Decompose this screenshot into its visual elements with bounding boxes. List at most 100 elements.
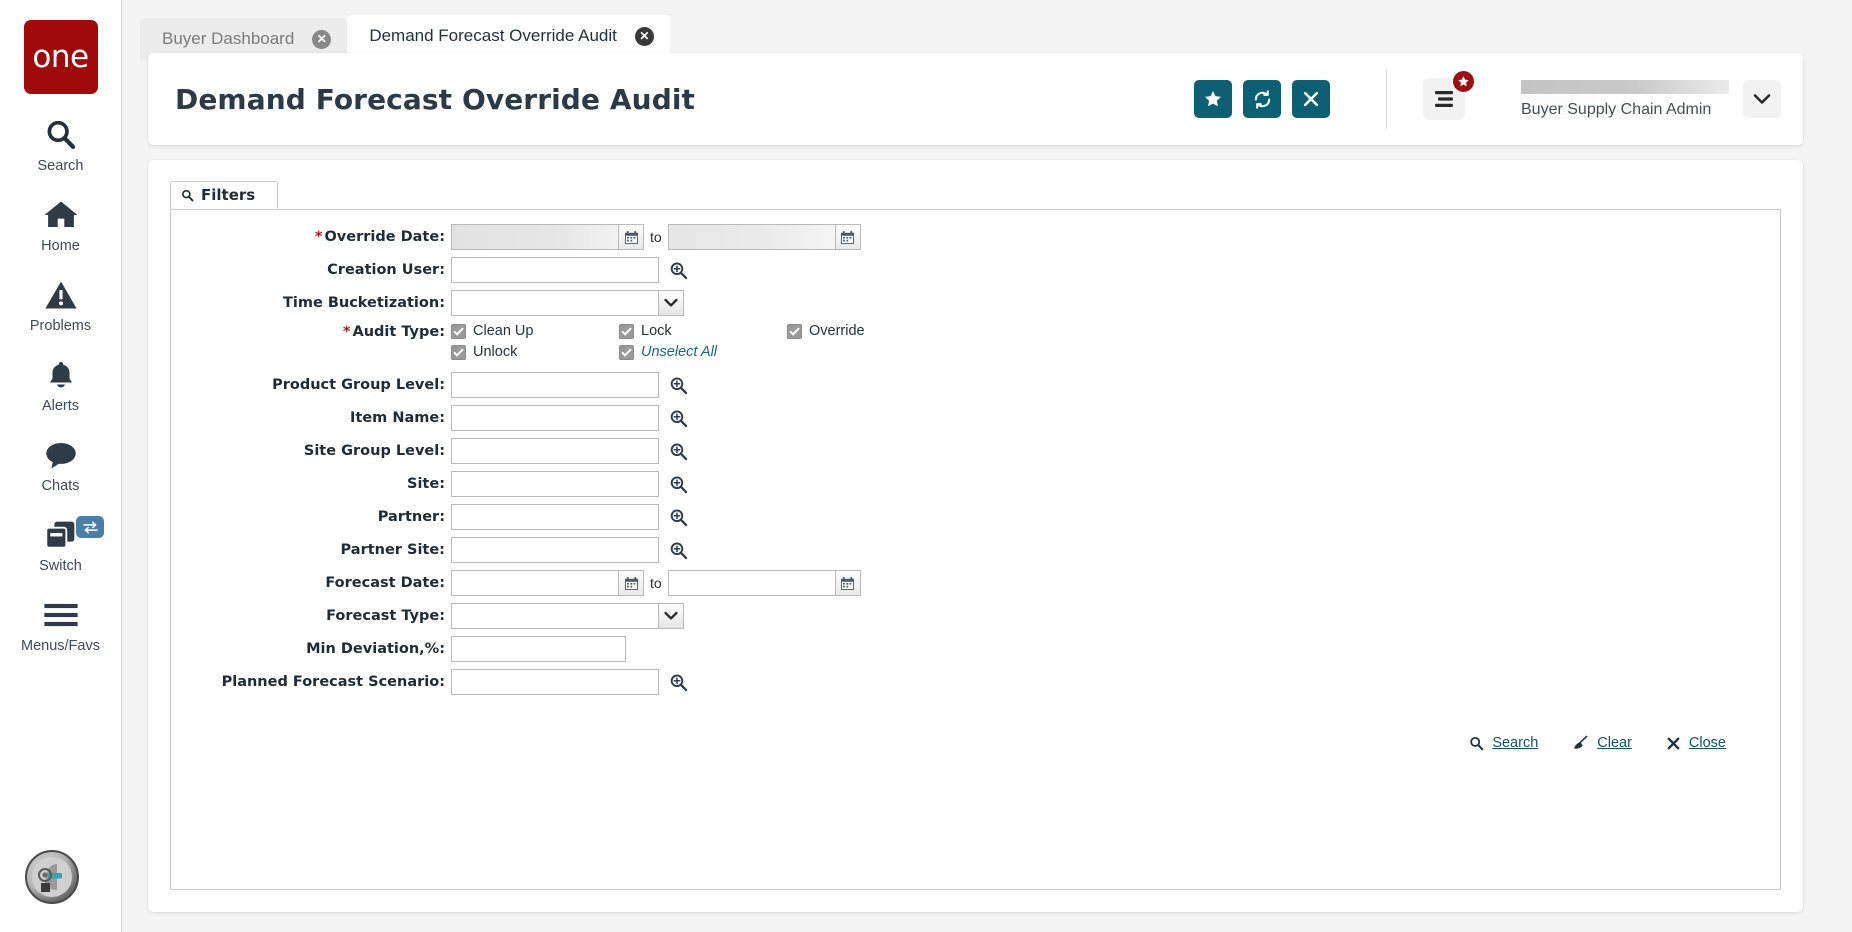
sidebar-item-alerts[interactable]: Alerts xyxy=(0,354,121,414)
calendar-icon[interactable] xyxy=(619,570,644,596)
required-marker: * xyxy=(314,229,323,245)
field-row-creation-user: Creation User: xyxy=(171,257,1780,283)
magnifier-plus-icon[interactable] xyxy=(669,475,688,494)
product-group-level-input[interactable] xyxy=(451,372,659,398)
favorite-button[interactable] xyxy=(1194,80,1232,118)
forecast-type-input[interactable] xyxy=(451,603,659,629)
search-icon xyxy=(44,114,78,156)
close-circle-icon[interactable]: ✕ xyxy=(312,29,332,49)
close-filters-button[interactable]: Close xyxy=(1666,735,1726,751)
creation-user-input[interactable] xyxy=(451,257,659,283)
checkbox-icon[interactable] xyxy=(787,323,802,339)
unselect-all-link[interactable]: Unselect All xyxy=(641,344,717,360)
min-deviation-input[interactable] xyxy=(451,636,626,662)
label-product-group-level: Product Group Level: xyxy=(272,377,445,393)
filters-form: * Override Date: to Creation User: Time … xyxy=(170,210,1781,890)
close-button-label: Close xyxy=(1688,735,1726,751)
refresh-button[interactable] xyxy=(1243,80,1281,118)
broom-icon xyxy=(1572,735,1589,751)
user-name-wrap: Buyer Supply Chain Admin xyxy=(1521,79,1729,119)
chevron-down-icon[interactable] xyxy=(659,290,684,316)
checkbox-label: Clean Up xyxy=(473,323,534,339)
magnifier-plus-icon[interactable] xyxy=(669,541,688,560)
time-bucketization-input[interactable] xyxy=(451,290,659,316)
checkbox-unlock[interactable]: Unlock xyxy=(451,344,619,360)
sidebar-item-chats[interactable]: Chats xyxy=(0,434,121,494)
site-input[interactable] xyxy=(451,471,659,497)
audit-type-options: Clean Up Lock Override Unlock Unselect A… xyxy=(451,323,1011,365)
sidebar-item-label: Chats xyxy=(41,478,80,494)
forecast-date-to-input[interactable] xyxy=(667,570,836,596)
checkbox-icon[interactable] xyxy=(451,344,466,360)
sidebar-item-label: Alerts xyxy=(41,398,80,414)
chevron-down-icon[interactable] xyxy=(659,603,684,629)
sidebar-item-menus-favs[interactable]: Menus/Favs xyxy=(0,594,121,654)
context-menu-button[interactable] xyxy=(1423,69,1476,120)
checkbox-icon[interactable] xyxy=(451,323,466,339)
partner-input[interactable] xyxy=(451,504,659,530)
clear-button-label: Clear xyxy=(1597,735,1632,751)
field-row-forecast-type: Forecast Type: xyxy=(171,603,1780,629)
site-group-level-input[interactable] xyxy=(451,438,659,464)
label-forecast-type: Forecast Type: xyxy=(326,608,445,624)
sidebar-item-label: Search xyxy=(37,158,84,174)
label-item-name: Item Name: xyxy=(350,410,445,426)
tab-filters[interactable]: Filters xyxy=(170,181,279,209)
sidebar-item-problems[interactable]: Problems xyxy=(0,274,121,334)
checkbox-clean-up[interactable]: Clean Up xyxy=(451,323,619,339)
checkbox-unselect-all[interactable]: Unselect All xyxy=(619,344,787,360)
checkbox-label: Unlock xyxy=(473,344,518,360)
close-circle-icon[interactable]: ✕ xyxy=(634,26,654,46)
field-row-partner: Partner: xyxy=(171,504,1780,530)
planned-forecast-scenario-input[interactable] xyxy=(451,669,659,695)
avatar[interactable] xyxy=(25,850,79,904)
left-sidebar: one Search Home Problems Alerts Chats Sw… xyxy=(0,0,122,932)
magnifier-plus-icon[interactable] xyxy=(669,673,688,692)
field-row-override-date: * Override Date: to xyxy=(171,224,1780,250)
checkbox-label: Lock xyxy=(641,323,672,339)
calendar-icon[interactable] xyxy=(835,224,861,250)
field-row-time-bucketization: Time Bucketization: xyxy=(171,290,1780,316)
checkbox-icon[interactable] xyxy=(619,344,634,360)
label-override-date: * Override Date: xyxy=(314,229,445,245)
override-date-to-input[interactable] xyxy=(667,224,836,250)
chat-bubble-icon xyxy=(44,434,78,476)
app-logo[interactable]: one xyxy=(23,20,98,94)
override-date-from-input[interactable] xyxy=(451,224,619,250)
label-site-group-level: Site Group Level: xyxy=(303,443,445,459)
magnifier-plus-icon[interactable] xyxy=(669,409,688,428)
item-name-input[interactable] xyxy=(451,405,659,431)
close-page-button[interactable] xyxy=(1292,80,1330,118)
calendar-icon[interactable] xyxy=(619,224,644,250)
user-menu-toggle[interactable] xyxy=(1743,80,1781,118)
sidebar-item-home[interactable]: Home xyxy=(0,194,121,254)
clear-button[interactable]: Clear xyxy=(1572,735,1632,751)
forecast-date-from-input[interactable] xyxy=(451,570,619,596)
tab-label: Buyer Dashboard xyxy=(162,29,295,48)
sidebar-item-label: Problems xyxy=(29,318,92,334)
swap-arrows-icon[interactable] xyxy=(76,516,104,538)
filters-panel: Filters * Override Date: to Creation User… xyxy=(148,160,1803,912)
user-name-redacted xyxy=(1521,79,1729,94)
checkbox-icon[interactable] xyxy=(619,323,634,339)
checkbox-lock[interactable]: Lock xyxy=(619,323,787,339)
field-row-audit-type: * Audit Type: Clean Up Lock Override Unl… xyxy=(171,323,1780,365)
field-row-item-name: Item Name: xyxy=(171,405,1780,431)
calendar-icon[interactable] xyxy=(835,570,861,596)
sidebar-item-switch[interactable]: Switch xyxy=(0,514,121,574)
partner-site-input[interactable] xyxy=(451,537,659,563)
magnifier-plus-icon[interactable] xyxy=(669,442,688,461)
user-profile[interactable]: Buyer Supply Chain Admin xyxy=(1521,79,1781,119)
page-title: Demand Forecast Override Audit xyxy=(175,82,696,116)
field-row-site-group-level: Site Group Level: xyxy=(171,438,1780,464)
search-button[interactable]: Search xyxy=(1469,735,1538,751)
magnifier-plus-icon[interactable] xyxy=(669,261,688,280)
magnifier-plus-icon[interactable] xyxy=(669,508,688,527)
checkbox-override[interactable]: Override xyxy=(787,323,955,339)
field-row-partner-site: Partner Site: xyxy=(171,537,1780,563)
label-min-deviation: Min Deviation,%: xyxy=(306,641,445,657)
magnifier-plus-icon[interactable] xyxy=(669,376,688,395)
sidebar-item-search[interactable]: Search xyxy=(0,114,121,174)
bell-icon xyxy=(45,354,77,396)
windows-stack-icon xyxy=(43,514,79,556)
